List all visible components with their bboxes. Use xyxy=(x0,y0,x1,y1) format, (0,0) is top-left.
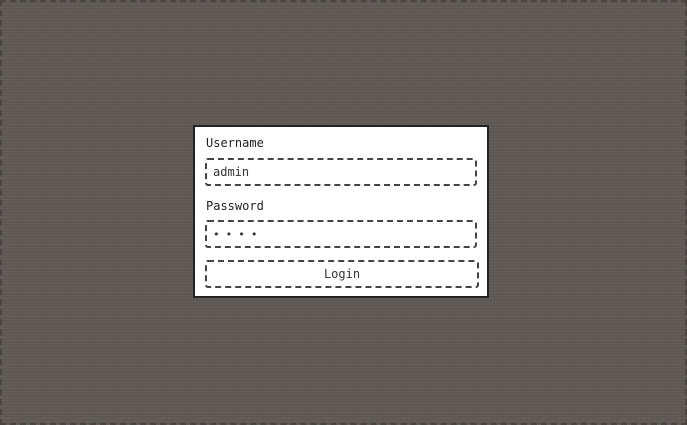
login-button[interactable]: Login xyxy=(205,260,479,288)
desktop-background: Username Password Login xyxy=(0,0,687,425)
username-label: Username xyxy=(206,136,264,150)
username-input[interactable] xyxy=(205,158,477,186)
login-dialog: Username Password Login xyxy=(193,125,489,298)
password-input[interactable] xyxy=(205,220,477,248)
password-label: Password xyxy=(206,199,264,213)
